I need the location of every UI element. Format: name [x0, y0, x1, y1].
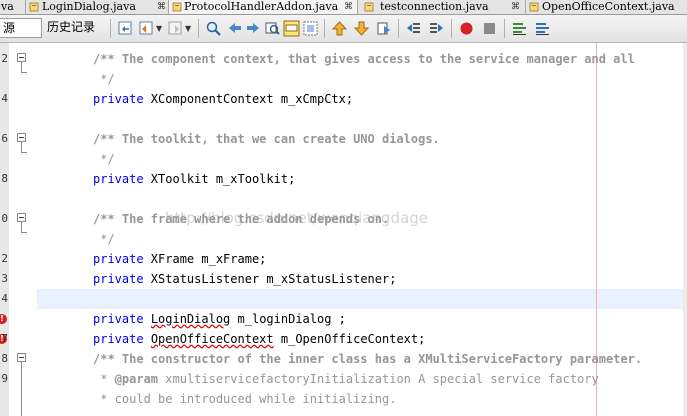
code-text[interactable]: * could be introduced while initializing… — [93, 389, 396, 409]
shift-left-icon[interactable] — [405, 20, 422, 37]
find-selection-icon[interactable] — [264, 20, 281, 37]
toggle-bookmark-icon[interactable] — [375, 20, 392, 37]
tab-protocolhandleraddon[interactable]: ProtocolHandlerAddon.java ⌘ — [169, 0, 358, 14]
toolbar-separator — [504, 19, 505, 38]
next-bookmark-icon[interactable] — [353, 20, 370, 37]
comment-icon[interactable] — [511, 20, 528, 37]
code-text[interactable]: /** The constructor of the inner class h… — [93, 349, 642, 369]
line-number: 2 — [1, 52, 8, 65]
stop-macro-recording-icon[interactable] — [481, 20, 498, 37]
code-line: 8 /** The constructor of the inner class… — [0, 349, 683, 369]
code-text[interactable]: */ — [93, 229, 114, 249]
find-previous-icon[interactable] — [226, 20, 243, 37]
find-next-icon[interactable] — [245, 20, 262, 37]
code-line: 2 /** The component context, that gives … — [0, 49, 683, 69]
line-number: 3 — [1, 272, 8, 285]
tab-label: va — [1, 0, 14, 13]
tab-label: LoginDialog.java — [42, 0, 136, 13]
forward-icon[interactable] — [167, 20, 184, 37]
tab-label: testconnection.java — [380, 0, 489, 13]
toolbar-separator — [110, 19, 111, 38]
last-edit-icon[interactable] — [117, 20, 134, 37]
editor-toolbar: 源 历史记录 ▼ ▼ — [0, 15, 687, 43]
code-text[interactable]: private OpenOfficeContext m_OpenOfficeCo… — [93, 329, 425, 349]
line-number: 2 — [1, 252, 8, 265]
close-icon[interactable]: ⌘ — [511, 0, 520, 14]
code-text[interactable]: /** The toolkit, that we can create UNO … — [93, 129, 440, 149]
java-file-icon — [529, 2, 539, 12]
rectangular-selection-icon[interactable] — [302, 20, 319, 37]
shift-right-icon[interactable] — [428, 20, 445, 37]
java-file-icon — [29, 2, 39, 12]
toolbar-separator — [198, 19, 199, 38]
code-text[interactable]: private XFrame m_xFrame; — [93, 249, 266, 269]
close-icon[interactable]: ⌘ — [344, 0, 353, 14]
code-line: * could be introduced while initializing… — [0, 389, 683, 409]
code-text[interactable]: private LoginDialog m_loginDialog ; — [93, 309, 346, 329]
source-tab[interactable]: 源 — [0, 18, 42, 38]
code-line: 6 /** The toolkit, that we can create UN… — [0, 129, 683, 149]
java-file-icon — [172, 2, 182, 12]
line-number: 4 — [1, 92, 8, 105]
line-number: 7 — [1, 332, 8, 345]
code-line: 8 private XToolkit m_xToolkit; — [0, 169, 683, 189]
history-tab[interactable]: 历史记录 — [43, 18, 105, 38]
code-text[interactable]: * @param xmultiservicefactoryInitializat… — [93, 369, 599, 389]
chevron-down-icon[interactable]: ▼ — [185, 24, 191, 33]
java-file-icon — [364, 2, 374, 12]
toggle-highlight-icon[interactable] — [283, 20, 300, 37]
watermark: http://blog.csdn.net/wenqiangdage — [165, 209, 429, 227]
code-text[interactable]: */ — [93, 149, 114, 169]
close-icon[interactable]: ⌘ — [157, 0, 166, 14]
tab-label: OpenOfficeContext.java — [542, 0, 675, 13]
line-number: 6 — [1, 132, 8, 145]
code-line: 7 private OpenOfficeContext m_OpenOffice… — [0, 329, 683, 349]
code-line: 4 — [0, 289, 683, 309]
code-line: 4 private XComponentContext m_xCmpCtx; — [0, 89, 683, 109]
vertical-scrollbar[interactable] — [683, 43, 687, 416]
uncomment-icon[interactable] — [534, 20, 551, 37]
find-icon[interactable] — [205, 20, 222, 37]
code-text[interactable]: */ — [93, 69, 114, 89]
toolbar-separator — [398, 19, 399, 38]
code-text[interactable]: /** The component context, that gives ac… — [93, 49, 635, 69]
code-line: */ — [0, 149, 683, 169]
code-text[interactable]: private XToolkit m_xToolkit; — [93, 169, 295, 189]
line-number: 8 — [1, 352, 8, 365]
code-line: */ — [0, 229, 683, 249]
code-line: private LoginDialog m_loginDialog ; — [0, 309, 683, 329]
code-line: 2 private XFrame m_xFrame; — [0, 249, 683, 269]
editor-tab-bar: va LoginDialog.java ⌘ ProtocolHandlerAdd… — [0, 0, 687, 15]
code-line: 9 * @param xmultiservicefactoryInitializ… — [0, 369, 683, 389]
previous-bookmark-icon[interactable] — [331, 20, 348, 37]
toolbar-separator — [451, 19, 452, 38]
tab-openofficecontext[interactable]: OpenOfficeContext.java — [526, 0, 687, 14]
tab-label: ProtocolHandlerAddon.java — [184, 0, 339, 13]
line-number: 4 — [1, 292, 8, 305]
toolbar-separator — [324, 19, 325, 38]
code-line: */ — [0, 69, 683, 89]
line-number: 8 — [1, 172, 8, 185]
back-icon[interactable] — [138, 20, 155, 37]
code-line: 3 private XStatusListener m_xStatusListe… — [0, 269, 683, 289]
tab-testconnection[interactable]: testconnection.java ⌘ — [358, 0, 526, 14]
line-number: 0 — [1, 212, 8, 225]
tab-partial[interactable]: va — [0, 0, 26, 14]
line-number: 9 — [1, 372, 8, 385]
chevron-down-icon[interactable]: ▼ — [156, 24, 162, 33]
code-text[interactable]: private XComponentContext m_xCmpCtx; — [93, 89, 353, 109]
start-macro-recording-icon[interactable] — [458, 20, 475, 37]
tab-logindialog[interactable]: LoginDialog.java ⌘ — [26, 0, 169, 14]
code-text[interactable]: private XStatusListener m_xStatusListene… — [93, 269, 396, 289]
